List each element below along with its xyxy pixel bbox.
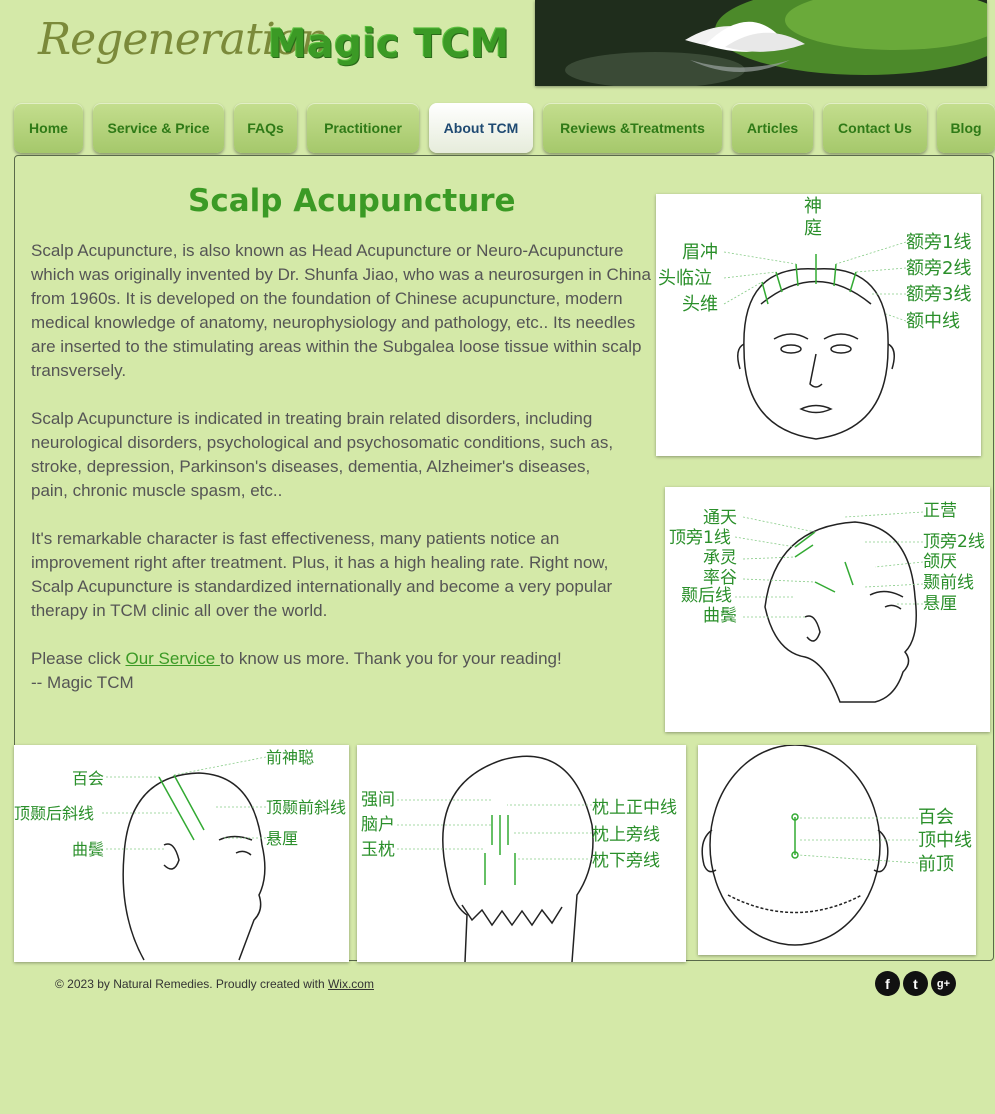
nav-about-tcm[interactable]: About TCM xyxy=(429,103,533,153)
scalp-left-side-diagram: 百会 顶颞后斜线 曲鬓 前神聪 顶颞前斜线 悬厘 xyxy=(14,745,349,962)
label-dingnie-hou: 顶颞后斜线 xyxy=(14,804,94,823)
label-chengling: 承灵 xyxy=(703,548,737,568)
intro-paragraph: Scalp Acupuncture, is also known as Head… xyxy=(31,241,651,380)
indications-paragraph: Scalp Acupuncture is indicated in treati… xyxy=(31,409,614,500)
nav-reviews-treatments[interactable]: Reviews &Treatments xyxy=(543,103,722,153)
nav-service-price[interactable]: Service & Price xyxy=(93,103,224,153)
footer-copyright: © 2023 by Natural Remedies. Proudly crea… xyxy=(55,977,374,991)
label-shenting-1: 神 xyxy=(804,196,822,217)
label-baihui: 百会 xyxy=(72,769,104,788)
label-zhenshang-zhengzhong: 枕上正中线 xyxy=(592,798,677,818)
label-meichong: 眉冲 xyxy=(682,242,718,263)
scalp-right-side-diagram: 通天 顶旁1线 承灵 率谷 颞后线 曲鬓 正营 顶旁2线 颌厌 颞前线 悬厘 xyxy=(665,487,990,732)
label-zhengying: 正营 xyxy=(923,501,957,521)
label-xuanli: 悬厘 xyxy=(923,594,957,614)
effectiveness-paragraph: It's remarkable character is fast effect… xyxy=(31,529,613,620)
label-dingpang2: 顶旁2线 xyxy=(923,532,985,552)
label-tongtian: 通天 xyxy=(703,508,737,528)
nav-contact-us[interactable]: Contact Us xyxy=(823,103,927,153)
label-ezhong: 额中线 xyxy=(906,311,960,332)
label-niehou: 颞后线 xyxy=(681,586,732,606)
label-qiangjian: 强间 xyxy=(361,790,395,810)
label-touwei: 头维 xyxy=(682,294,718,315)
label-epang1: 额旁1线 xyxy=(906,232,971,253)
label-epang3: 额旁3线 xyxy=(906,284,971,305)
label-qubin: 曲鬓 xyxy=(703,605,737,626)
label-nieqian: 颞前线 xyxy=(923,573,974,593)
label-epang2: 额旁2线 xyxy=(906,258,971,279)
label-dingpang1: 顶旁1线 xyxy=(669,528,731,548)
twitter-icon[interactable]: t xyxy=(903,971,928,996)
google-plus-icon[interactable]: g+ xyxy=(931,971,956,996)
nav-home[interactable]: Home xyxy=(14,103,83,153)
site-title[interactable]: Magic TCM xyxy=(268,22,510,67)
label-shenting-2: 庭 xyxy=(804,218,822,239)
label-yuzhen: 玉枕 xyxy=(361,840,395,860)
our-service-link[interactable]: Our Service xyxy=(125,649,219,668)
label-dingzhong: 顶中线 xyxy=(918,830,972,851)
header-lotus-image xyxy=(535,0,987,86)
scalp-back-view-diagram: 强间 脑户 玉枕 枕上正中线 枕上旁线 枕下旁线 xyxy=(357,745,686,962)
label-hanyan: 颌厌 xyxy=(923,552,957,572)
cta-text-after: to know us more. Thank you for your read… xyxy=(219,649,562,668)
label-shuaigu: 率谷 xyxy=(703,568,737,588)
label-xuanli-left: 悬厘 xyxy=(266,829,298,848)
label-naohu: 脑户 xyxy=(361,815,395,835)
label-qianshencong: 前神聪 xyxy=(266,748,314,767)
call-to-action-paragraph: Please click Our Service to know us more… xyxy=(31,647,653,671)
scalp-front-view-diagram: 神 庭 眉冲 头临泣 头维 额旁1线 额旁2线 额旁3线 额中线 xyxy=(656,194,981,456)
wix-link[interactable]: Wix.com xyxy=(328,977,374,991)
nav-faqs[interactable]: FAQs xyxy=(234,103,297,153)
scalp-top-view-diagram: 百会 顶中线 前顶 xyxy=(698,745,976,955)
label-zhenshang-pang: 枕上旁线 xyxy=(592,825,660,845)
nav-practitioner[interactable]: Practitioner xyxy=(307,103,419,153)
nav-blog[interactable]: Blog xyxy=(937,103,995,153)
label-baihui-top: 百会 xyxy=(918,807,954,828)
nav-articles[interactable]: Articles xyxy=(732,103,813,153)
label-dingnie-qian: 顶颞前斜线 xyxy=(266,798,346,817)
label-qubin-left: 曲鬓 xyxy=(72,840,104,859)
facebook-icon[interactable]: f xyxy=(875,971,900,996)
label-qianding: 前顶 xyxy=(918,854,954,875)
label-toulinqi: 头临泣 xyxy=(658,268,712,289)
page-title: Scalp Acupuncture xyxy=(188,183,516,219)
label-zhenxia-pang: 枕下旁线 xyxy=(592,851,660,871)
signature: -- Magic TCM xyxy=(31,673,134,692)
cta-text-before: Please click xyxy=(31,649,126,668)
copyright-text: © 2023 by Natural Remedies. Proudly crea… xyxy=(55,977,328,991)
